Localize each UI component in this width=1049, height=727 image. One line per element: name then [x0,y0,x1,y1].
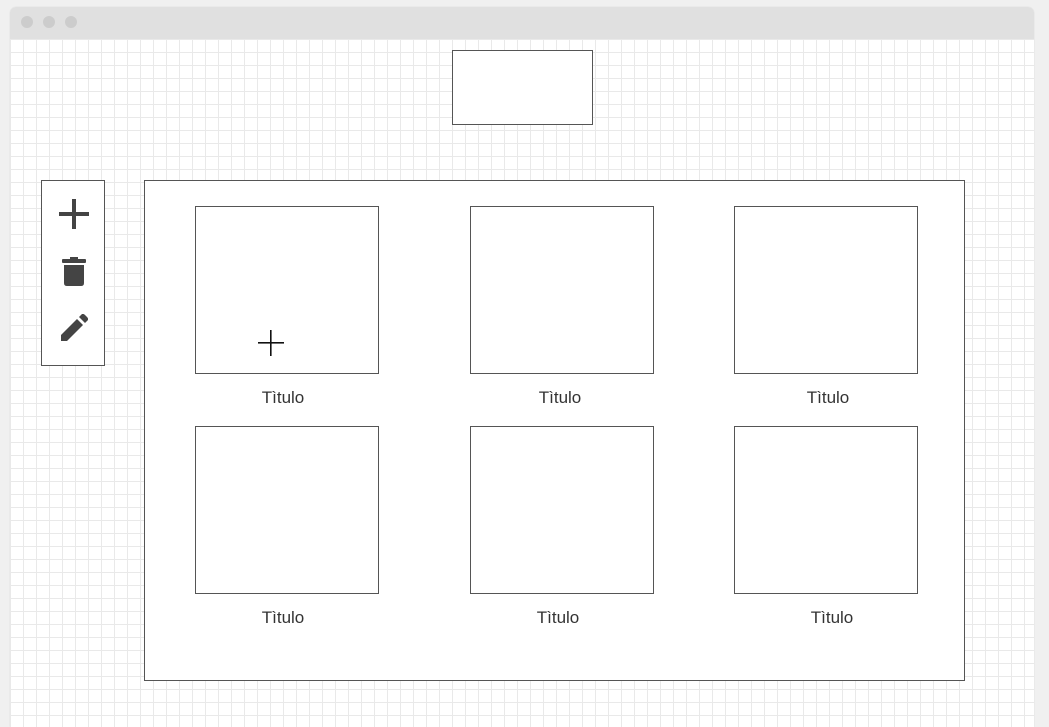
add-button[interactable] [57,197,91,231]
gallery-card-title: Tìtulo [261,388,305,407]
vertical-toolbar [41,180,105,366]
header-placeholder-box [452,50,593,125]
pencil-icon [61,314,88,341]
gallery-card-6[interactable] [734,426,918,594]
gallery-card-title: Tìtulo [536,608,580,627]
gallery-card-title: Tìtulo [261,608,305,627]
gallery-card-title: Tìtulo [810,608,854,627]
app-window: Tìtulo Tìtulo Tìtulo Tìtulo Tìtulo Tìtul… [10,7,1034,727]
gallery-card-2[interactable] [470,206,654,374]
gallery-card-title: Tìtulo [806,388,850,407]
window-titlebar [10,7,1034,39]
gallery-card-3[interactable] [734,206,918,374]
maximize-dot[interactable] [65,16,77,28]
minimize-dot[interactable] [43,16,55,28]
gallery-card-5[interactable] [470,426,654,594]
trash-icon [62,257,86,286]
delete-button[interactable] [57,255,91,289]
gallery-card-4[interactable] [195,426,379,594]
plus-icon [59,199,89,229]
wireframe-canvas: Tìtulo Tìtulo Tìtulo Tìtulo Tìtulo Tìtul… [10,39,1034,727]
gallery-panel: Tìtulo Tìtulo Tìtulo Tìtulo Tìtulo Tìtul… [144,180,965,681]
edit-button[interactable] [57,311,91,345]
gallery-card-1[interactable] [195,206,379,374]
close-dot[interactable] [21,16,33,28]
gallery-card-title: Tìtulo [538,388,582,407]
